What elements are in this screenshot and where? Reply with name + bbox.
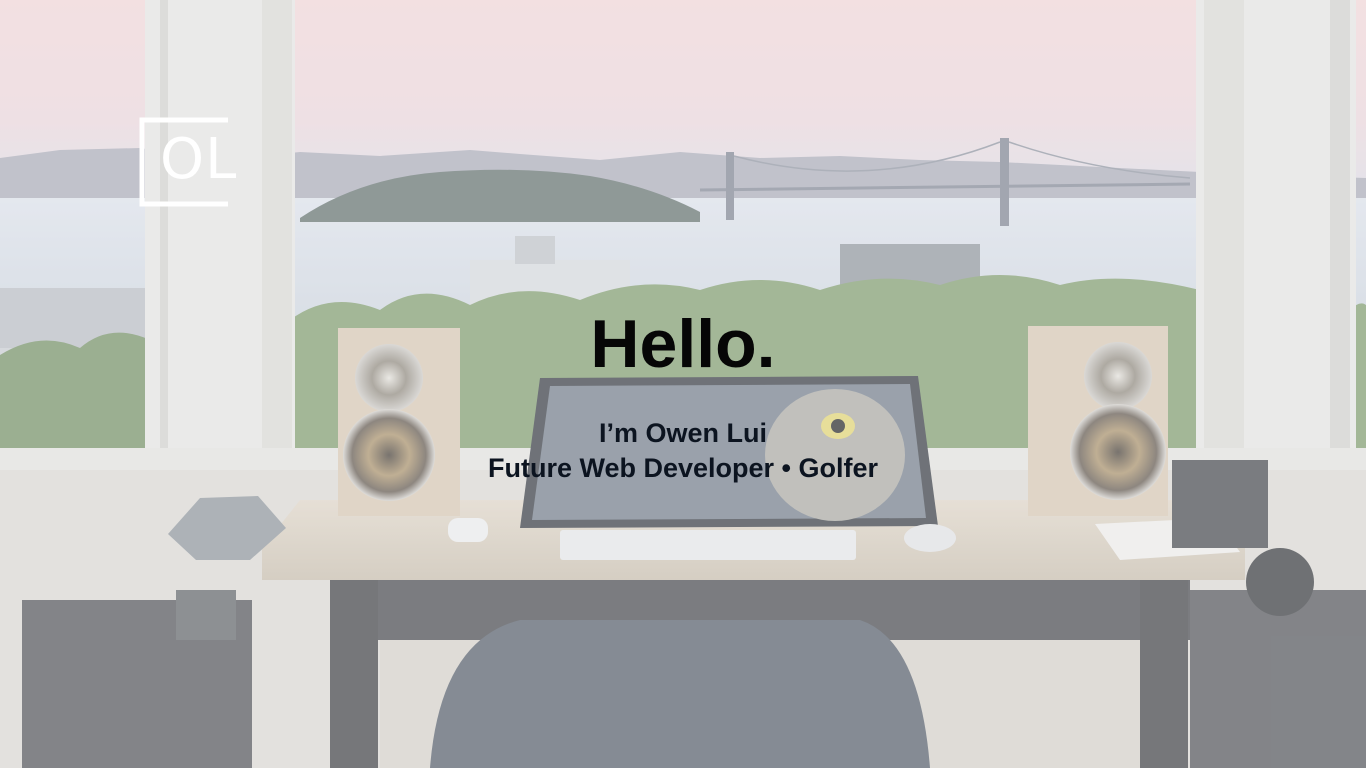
hero-intro-name: I’m Owen Lui [598,418,767,448]
hero-intro: I’m Owen Lui Future Web Developer • Golf… [0,416,1366,486]
hero-section: OL Hello. I’m Owen Lui Future Web Develo… [0,0,1366,768]
hero-headline: Hello. [590,306,776,382]
site-logo-link[interactable]: OL [138,116,256,208]
hero-tagline: Future Web Developer • Golfer [487,453,879,483]
logo-text: OL [160,127,238,192]
